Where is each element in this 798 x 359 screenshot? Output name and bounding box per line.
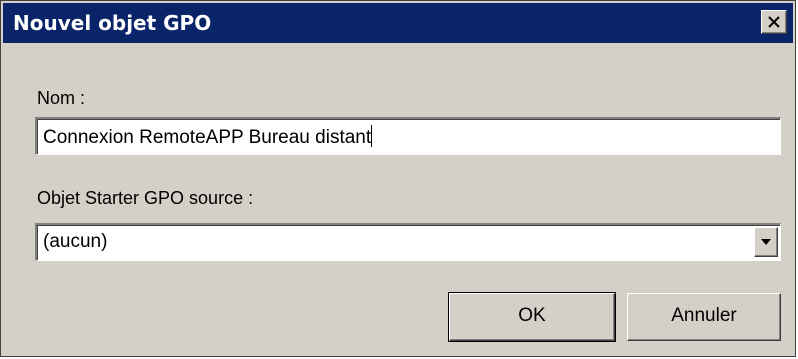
starter-gpo-label: Objet Starter GPO source : (37, 188, 254, 208)
dropdown-button[interactable] (754, 227, 778, 257)
cancel-button[interactable]: Annuler (627, 293, 781, 341)
starter-gpo-selected-value: (aucun) (43, 231, 108, 252)
name-input-value: Connexion RemoteAPP Bureau distant (43, 127, 372, 148)
starter-gpo-select[interactable]: (aucun) (35, 223, 781, 261)
close-button[interactable] (761, 10, 787, 34)
ok-button[interactable]: OK (448, 292, 616, 342)
chevron-down-icon (761, 239, 771, 245)
new-gpo-dialog: Nouvel objet GPO Nom : Connexion RemoteA… (0, 0, 796, 357)
title-bar[interactable]: Nouvel objet GPO (3, 3, 793, 43)
close-icon (768, 16, 780, 28)
name-input[interactable]: Connexion RemoteAPP Bureau distant (35, 117, 781, 155)
text-caret (371, 125, 373, 147)
window-title: Nouvel objet GPO (13, 11, 212, 35)
name-label: Nom : (37, 88, 86, 108)
